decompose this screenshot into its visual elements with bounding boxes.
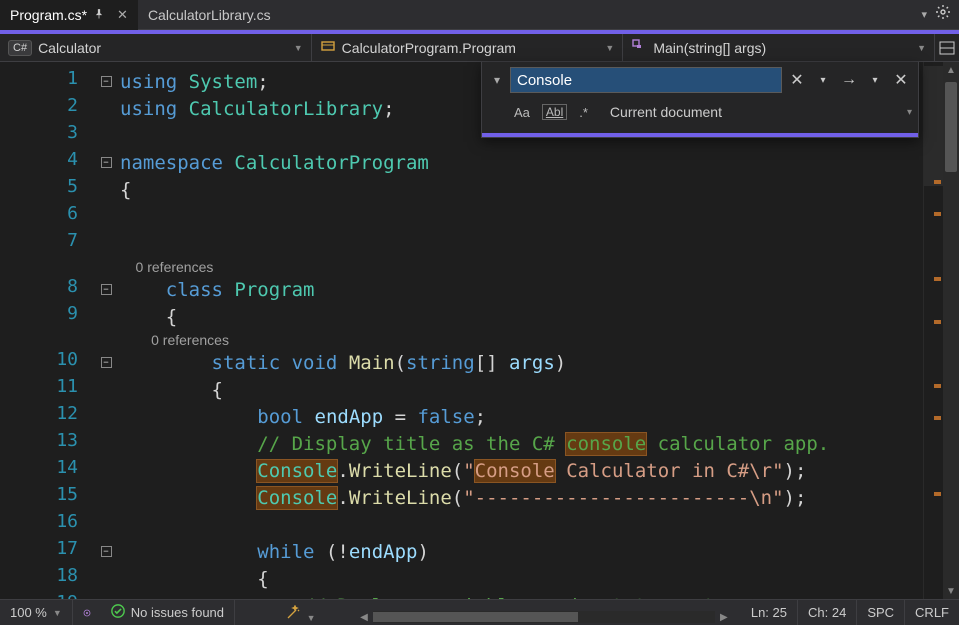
tab-calculator-library[interactable]: CalculatorLibrary.cs — [138, 0, 281, 30]
scroll-down-icon[interactable]: ▼ — [943, 583, 959, 599]
tab-program-cs[interactable]: Program.cs* ✕ — [0, 0, 138, 30]
chevron-down-icon[interactable]: ▾ — [864, 69, 886, 91]
minimap[interactable] — [923, 62, 943, 599]
chevron-down-icon[interactable]: ▾ — [812, 69, 834, 91]
method-icon — [631, 38, 647, 57]
regex-toggle[interactable]: .* — [575, 103, 592, 122]
vertical-scrollbar[interactable]: ▲ ▼ — [943, 62, 959, 599]
accent-line — [482, 133, 918, 137]
cursor-col[interactable]: Ch: 24 — [798, 600, 857, 625]
code-editor[interactable]: using System;using CalculatorLibrary;nam… — [120, 62, 923, 599]
chevron-down-icon: ▼ — [294, 43, 303, 53]
split-editor-button[interactable] — [935, 40, 959, 56]
search-input[interactable] — [510, 67, 782, 93]
fold-toggle[interactable]: − — [101, 76, 112, 87]
class-icon — [320, 38, 336, 57]
match-case-toggle[interactable]: Aa — [510, 103, 534, 122]
nav-project-label: Calculator — [38, 40, 101, 56]
line-number-gutter: 1234 567 89 10111213141516171819 — [0, 62, 92, 599]
fold-toggle[interactable]: − — [101, 357, 112, 368]
editor-area: 1234 567 89 10111213141516171819 − − − −… — [0, 62, 959, 599]
close-icon[interactable]: ✕ — [890, 69, 912, 91]
search-scope-label: Current document — [610, 104, 722, 120]
zoom-level[interactable]: 100 % ▼ — [0, 600, 73, 625]
status-bar: 100 % ▼ No issues found ▼ ◀ ▶ Ln: 25 Ch:… — [0, 599, 959, 625]
nav-member[interactable]: Main(string[] args) ▼ — [623, 34, 935, 61]
scroll-thumb[interactable] — [945, 82, 957, 172]
issues-indicator[interactable]: No issues found — [101, 600, 235, 625]
find-close-icon[interactable]: ✕ — [786, 69, 808, 91]
nav-project[interactable]: C# Calculator ▼ — [0, 34, 312, 61]
nav-class-label: CalculatorProgram.Program — [342, 40, 516, 56]
pin-icon[interactable] — [93, 8, 105, 23]
whole-word-toggle[interactable]: Abl — [542, 104, 567, 120]
scroll-up-icon[interactable]: ▲ — [943, 62, 959, 78]
fold-toggle[interactable]: − — [101, 157, 112, 168]
scroll-left-icon[interactable]: ◀ — [355, 612, 373, 623]
cursor-line[interactable]: Ln: 25 — [741, 600, 798, 625]
horizontal-scrollbar[interactable]: ◀ ▶ — [355, 609, 733, 625]
find-next-icon[interactable]: → — [838, 69, 860, 91]
magic-wand-icon[interactable]: ▼ — [285, 605, 316, 624]
expand-replace-icon[interactable]: ▾ — [488, 73, 506, 87]
fold-column: − − − − − — [92, 62, 120, 599]
tabs-right-controls: ▾ — [921, 4, 959, 25]
chevron-down-icon: ▼ — [53, 608, 62, 618]
nav-member-label: Main(string[] args) — [653, 40, 766, 56]
chevron-down-icon[interactable]: ▾ — [907, 107, 912, 118]
check-icon — [111, 604, 125, 621]
fold-toggle[interactable]: − — [101, 284, 112, 295]
nav-bar: C# Calculator ▼ CalculatorProgram.Progra… — [0, 34, 959, 62]
tabs-bar: Program.cs* ✕ CalculatorLibrary.cs ▾ — [0, 0, 959, 30]
chevron-down-icon: ▼ — [917, 43, 926, 53]
chevron-down-icon: ▼ — [605, 43, 614, 53]
intellicode-icon[interactable] — [73, 600, 101, 625]
tab-label: Program.cs* — [10, 7, 87, 23]
csharp-icon: C# — [8, 40, 32, 56]
line-ending[interactable]: CRLF — [905, 600, 959, 625]
tab-overflow-icon[interactable]: ▾ — [921, 8, 927, 21]
indent-mode[interactable]: SPC — [857, 600, 905, 625]
tab-label: CalculatorLibrary.cs — [148, 7, 271, 23]
fold-toggle[interactable]: − — [101, 546, 112, 557]
close-icon[interactable]: ✕ — [117, 7, 128, 23]
nav-class[interactable]: CalculatorProgram.Program ▼ — [312, 34, 624, 61]
scroll-right-icon[interactable]: ▶ — [715, 612, 733, 623]
find-panel: ▾ ✕ ▾ → ▾ ✕ Aa Abl .* Current document ▾ — [481, 62, 919, 138]
search-scope-dropdown[interactable]: Current document — [600, 104, 899, 120]
settings-icon[interactable] — [935, 4, 951, 25]
status-spacer: ▼ ◀ ▶ — [235, 600, 741, 625]
